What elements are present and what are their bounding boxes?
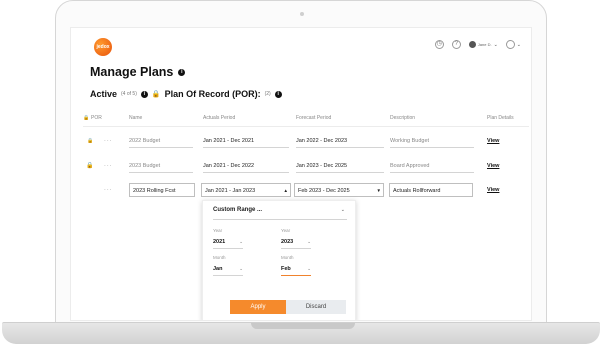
more-icon[interactable]: ··· xyxy=(104,134,113,148)
to-year-select[interactable]: 2023 ⌄ xyxy=(281,239,311,249)
to-month-select[interactable]: Feb ⌄ xyxy=(281,266,311,276)
chevron-down-icon: ⌄ xyxy=(340,207,345,213)
active-label: Active xyxy=(90,89,118,99)
column-header-name: Name xyxy=(129,115,143,121)
help-circle-icon[interactable]: ? xyxy=(451,40,461,49)
column-header-plan-details: Plan Details xyxy=(487,115,514,121)
discard-button[interactable]: Discard xyxy=(286,300,346,314)
actuals-period[interactable]: Jan 2021 - Dec 2021 xyxy=(203,134,289,148)
column-header-por: POR xyxy=(91,115,102,121)
header-icons: ◷ ? Jane D. ⌄ ⌄ xyxy=(434,40,521,49)
laptop-base xyxy=(2,322,600,344)
actuals-period[interactable]: Jan 2021 - Dec 2022 xyxy=(203,159,289,173)
forecast-period-select[interactable]: Feb 2023 - Dec 2025 ▼ xyxy=(294,183,384,197)
to-month-value: Feb xyxy=(281,266,291,272)
chevron-down-icon: ⌄ xyxy=(493,41,498,48)
more-icon[interactable]: ··· xyxy=(104,159,113,173)
table-row: 🔒 ··· 2022 Budget Jan 2021 - Dec 2021 Ja… xyxy=(83,134,529,148)
user-name: Jane D. xyxy=(477,42,492,47)
clock-icon[interactable]: ◷ xyxy=(434,40,444,49)
forecast-period[interactable]: Jan 2022 - Dec 2023 xyxy=(296,134,384,148)
from-month-value: Jan xyxy=(213,266,223,272)
table-row: 🔒 ··· 2023 Budget Jan 2021 - Dec 2022 Ja… xyxy=(83,159,529,173)
app-logo[interactable]: jedox xyxy=(94,38,112,56)
description-input[interactable]: Actuals Rollforward xyxy=(389,183,473,197)
to-year-value: 2023 xyxy=(281,239,294,245)
chevron-down-icon: ⌄ xyxy=(307,266,311,271)
range-select-value: Custom Range ... xyxy=(213,207,263,213)
info-icon[interactable]: i xyxy=(140,90,148,98)
por-count: (2) xyxy=(264,91,271,97)
page-title: Manage Plans xyxy=(90,65,174,79)
chevron-down-icon: ⌄ xyxy=(307,239,311,244)
from-year-value: 2021 xyxy=(213,239,226,245)
plan-name[interactable]: 2023 Budget xyxy=(129,159,193,173)
chevron-down-icon: ⌄ xyxy=(516,41,521,48)
to-month-label: Month xyxy=(281,255,294,260)
view-link[interactable]: View xyxy=(487,134,499,148)
info-icon[interactable]: i xyxy=(274,90,282,98)
caret-down-icon: ▼ xyxy=(376,188,381,193)
view-link[interactable]: View xyxy=(487,159,499,173)
page-title-block: Manage Plans i xyxy=(90,65,186,79)
from-year-label: Year xyxy=(213,228,223,233)
por-label: Plan Of Record (POR): xyxy=(164,89,261,99)
description[interactable]: Working Budget xyxy=(390,134,474,148)
description[interactable]: Board Approved xyxy=(390,159,474,173)
table-header: 🔒 POR Name Actuals Period Forecast Perio… xyxy=(83,115,529,125)
plan-summary: Active (4 of 5) i 🔒 Plan Of Record (POR)… xyxy=(90,89,282,99)
from-month-label: Month xyxy=(213,255,226,260)
more-icon[interactable]: ··· xyxy=(104,183,113,197)
chevron-down-icon: ⌄ xyxy=(239,266,243,271)
actuals-period-value: Jan 2021 - Jan 2023 xyxy=(205,188,256,194)
range-select[interactable]: Custom Range ... ⌄ xyxy=(213,207,347,220)
plan-name-input[interactable]: 2023 Rolling Fcst xyxy=(129,183,195,197)
column-header-forecast: Forecast Period xyxy=(296,115,332,121)
table-row: ··· 2023 Rolling Fcst Jan 2021 - Jan 202… xyxy=(83,183,529,197)
column-header-actuals: Actuals Period xyxy=(203,115,236,121)
active-count: (4 of 5) xyxy=(121,91,137,97)
header-divider xyxy=(83,126,529,127)
app-screen: jedox ◷ ? Jane D. ⌄ ⌄ Manage Plans i Act… xyxy=(70,27,532,321)
lock-icon[interactable]: 🔒 xyxy=(87,134,93,148)
lock-icon: 🔒 xyxy=(151,91,161,98)
period-dropdown-panel: Custom Range ... ⌄ Year 2021 ⌄ Month Jan… xyxy=(202,200,356,320)
account-menu[interactable]: ⌄ xyxy=(505,40,521,49)
laptop-notch xyxy=(251,323,355,329)
chevron-down-icon: ⌄ xyxy=(239,239,243,244)
from-month-select[interactable]: Jan ⌄ xyxy=(213,266,243,276)
column-header-description: Description xyxy=(390,115,416,121)
info-icon[interactable]: i xyxy=(178,68,186,76)
view-link[interactable]: View xyxy=(487,183,499,197)
lock-icon: 🔒 xyxy=(83,115,90,121)
actuals-period-select[interactable]: Jan 2021 - Jan 2023 ▲ xyxy=(201,183,291,197)
from-year-select[interactable]: 2021 ⌄ xyxy=(213,239,243,249)
forecast-period[interactable]: Jan 2023 - Dec 2025 xyxy=(296,159,384,173)
user-menu[interactable]: Jane D. ⌄ xyxy=(468,41,498,48)
avatar xyxy=(468,41,476,48)
camera xyxy=(300,12,304,16)
caret-up-icon: ▲ xyxy=(283,188,288,193)
account-icon xyxy=(505,40,515,49)
plan-name[interactable]: 2022 Budget xyxy=(129,134,193,148)
apply-button[interactable]: Apply xyxy=(230,300,286,314)
lock-icon[interactable]: 🔒 xyxy=(86,159,93,173)
forecast-period-value: Feb 2023 - Dec 2025 xyxy=(298,188,350,194)
to-year-label: Year xyxy=(281,228,291,233)
